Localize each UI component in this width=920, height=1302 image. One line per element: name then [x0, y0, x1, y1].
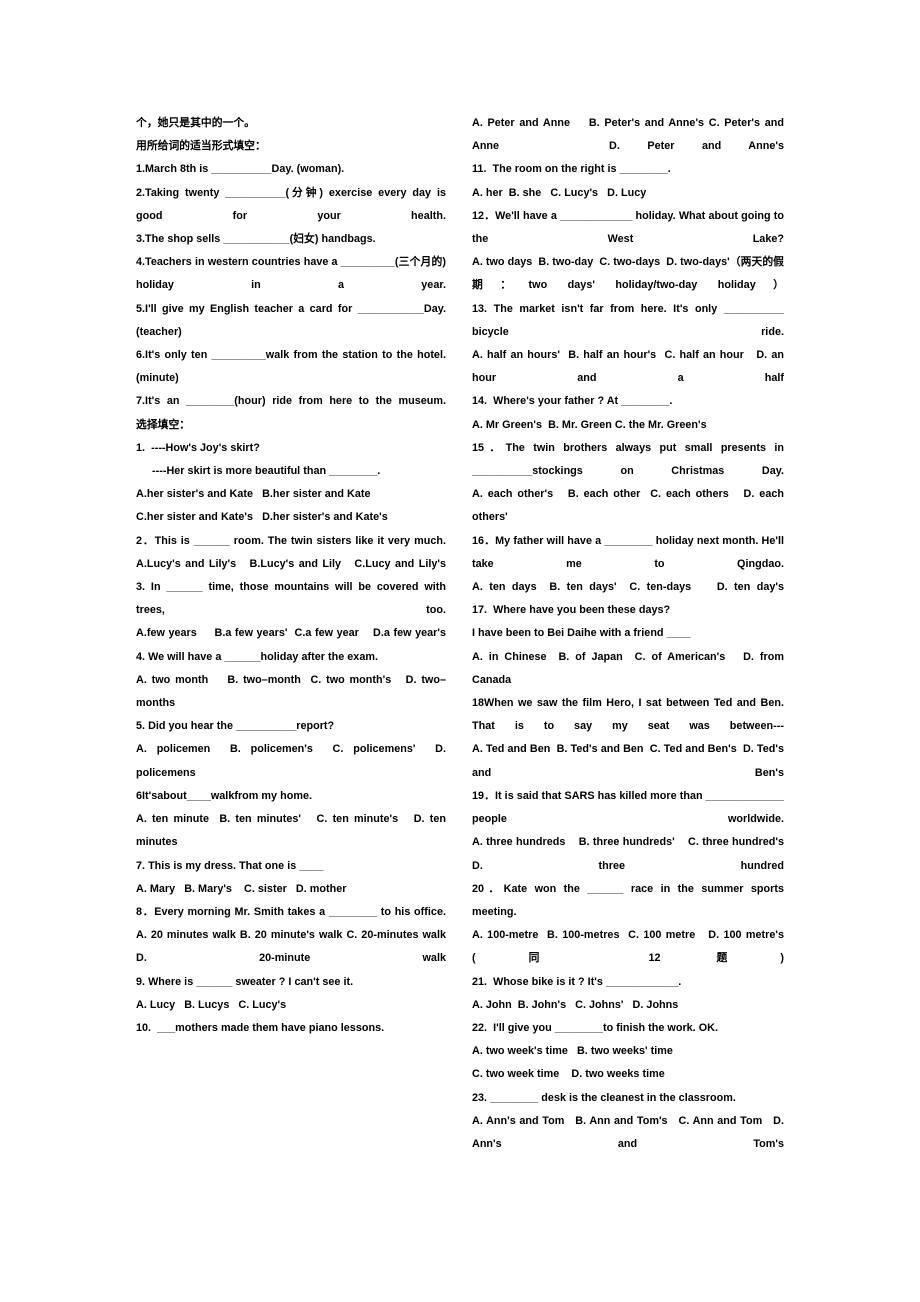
right-line: 20．Kate won the ______ race in the summe… [472, 882, 788, 918]
right-line: A. ten days B. ten days' C. ten-days D. … [472, 581, 784, 594]
left-column: 个，她只是其中的一个。 用所给词的适当形式填空： 1.March 8th is __… [136, 112, 446, 1040]
right-line: 16．My father will have a ________ holida… [472, 534, 788, 570]
right-line: A. Mr Green's B. Mr. Green C. the Mr. Gr… [472, 418, 707, 431]
two-column-body: 个，她只是其中的一个。 用所给词的适当形式填空： 1.March 8th is __… [136, 112, 784, 1156]
left-line: A. Lucy B. Lucys C. Lucy's [136, 998, 287, 1011]
left-line: 8．Every morning Mr. Smith takes a ______… [136, 905, 446, 918]
right-line: 21. Whose bike is it ? It's ____________… [472, 975, 682, 988]
worksheet-page: 个，她只是其中的一个。 用所给词的适当形式填空： 1.March 8th is __… [0, 0, 920, 1302]
left-line: 4.Teachers in western countries have a _… [136, 256, 450, 292]
right-line: 11. The room on the right is ________. [472, 163, 671, 176]
right-column: A. Peter and Anne B. Peter's and Anne's … [472, 112, 784, 1156]
right-line: A. Ted and Ben B. Ted's and Ben C. Ted a… [472, 743, 788, 779]
right-line: 15．The twin brothers always put small pr… [472, 441, 788, 478]
left-line: 9. Where is ______ sweater ? I can't see… [136, 975, 354, 988]
left-line: 5. Did you hear the __________report? [136, 720, 335, 733]
left-line: A. ten minute B. ten minutes' C. ten min… [136, 813, 450, 849]
right-line: A. two week's time B. two weeks' time [472, 1045, 673, 1058]
right-line: A. Peter and Anne B. Peter's and Anne's … [472, 117, 787, 153]
left-line: 3.The shop sells ___________(妇女) handbag… [136, 233, 376, 246]
left-line: 用所给词的适当形式填空： [136, 140, 266, 153]
right-line: 14. Where's your father ? At ________. [472, 395, 673, 408]
left-line: ----Her skirt is more beautiful than ___… [152, 465, 381, 478]
right-line: A. 100-metre B. 100-metres C. 100 metre … [472, 929, 788, 965]
right-line: A. in Chinese B. of Japan C. of American… [472, 650, 788, 686]
left-line: 1.March 8th is __________Day. (woman). [136, 163, 345, 176]
right-line: A. Ann's and Tom B. Ann and Tom's C. Ann… [472, 1114, 787, 1150]
left-line: 6It'sabout____walkfrom my home. [136, 789, 312, 802]
right-line: 19．It is said that SARS has killed more … [472, 789, 788, 826]
left-line: 2.Taking twenty __________(分钟) exercise … [136, 186, 450, 222]
right-line: A. three hundreds B. three hundreds' C. … [472, 836, 797, 872]
left-line: A. 20 minutes walk B. 20 minute's walk C… [136, 929, 450, 965]
right-line: 13. The market isn't far from here. It's… [472, 302, 788, 338]
left-line: 3. In ______ time, those mountains will … [136, 581, 450, 617]
left-line: A. Mary B. Mary's C. sister D. mother [136, 882, 347, 895]
right-line: A. each other's B. each other C. each ot… [472, 488, 788, 524]
left-line: A. policemen B. policemen's C. policemen… [136, 743, 450, 779]
right-line: I have been to Bei Daihe with a friend _… [472, 627, 691, 640]
right-line: A. two days B. two-day C. two-days D. tw… [472, 256, 784, 292]
left-line: A.her sister's and Kate B.her sister and… [136, 488, 371, 501]
left-line: 10. ___mothers made them have piano less… [136, 1021, 385, 1034]
left-line: 个，她只是其中的一个。 [136, 117, 255, 129]
left-line: 4. We will have a ______holiday after th… [136, 650, 378, 663]
left-line: C.her sister and Kate's D.her sister's a… [136, 511, 388, 524]
right-line: 17. Where have you been these days? [472, 604, 671, 617]
left-line: A.Lucy's and Lily's B.Lucy's and Lily C.… [136, 557, 446, 570]
left-line: 6.It's only ten _________walk from the s… [136, 349, 450, 385]
right-line: 22. I'll give you ________to finish the … [472, 1021, 718, 1034]
right-line: 12．We'll have a ____________ holiday. Wh… [472, 209, 788, 246]
left-line: 2．This is ______ room. The twin sisters … [136, 534, 446, 547]
right-line: C. two week time D. two weeks time [472, 1068, 665, 1081]
left-line: 5.I'll give my English teacher a card fo… [136, 302, 450, 338]
left-line: 7.It's an ________(hour) ride from here … [136, 395, 446, 408]
right-line: A. half an hours' B. half an hour's C. h… [472, 349, 788, 385]
left-line: 选择填空： [136, 418, 191, 431]
right-line: 23. ________ desk is the cleanest in the… [472, 1091, 736, 1104]
left-line: 7. This is my dress. That one is ____ [136, 859, 324, 872]
left-line: A. two month B. two–month C. two month's… [136, 673, 446, 710]
right-line: A. her B. she C. Lucy's D. Lucy [472, 186, 647, 199]
left-line: 1. ----How's Joy's skirt? [136, 441, 260, 454]
left-line: A.few years B.a few years' C.a few year … [136, 627, 446, 640]
right-line: A. John B. John's C. Johns' D. Johns [472, 998, 679, 1011]
right-line: 18When we saw the film Hero, I sat betwe… [472, 697, 788, 733]
